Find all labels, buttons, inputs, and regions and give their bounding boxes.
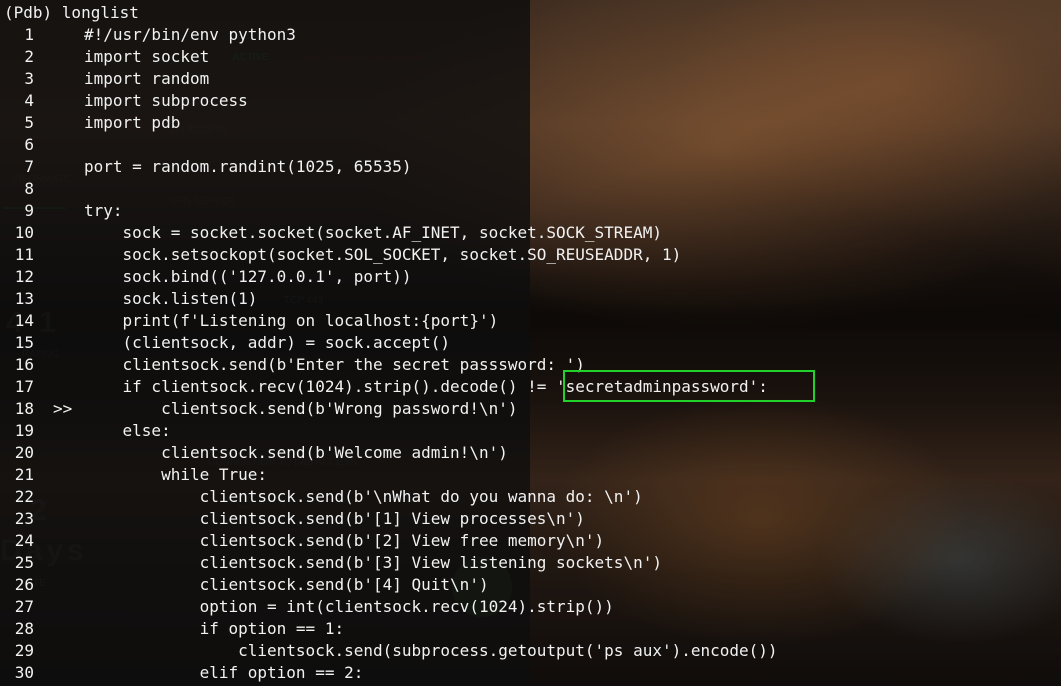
code-text: while True: [84, 465, 268, 484]
code-text: import pdb [84, 113, 181, 132]
code-line: 10 sock = socket.socket(socket.AF_INET, … [0, 222, 1061, 244]
line-number: 3 [24, 69, 34, 88]
code-text: import random [84, 69, 210, 88]
code-line: 17 if clientsock.recv(1024).strip().deco… [0, 376, 1061, 398]
pdb-prompt: (Pdb) longlist [4, 3, 139, 22]
line-number: 26 [14, 575, 34, 594]
line-number: 20 [14, 443, 34, 462]
line-number: 30 [14, 663, 34, 682]
line-number: 29 [14, 641, 34, 660]
line-number: 9 [24, 201, 34, 220]
code-line: 5 import pdb [0, 112, 1061, 134]
code-text: import socket [84, 47, 210, 66]
line-number: 22 [14, 487, 34, 506]
code-text: clientsock.send(subprocess.getoutput('ps… [84, 641, 778, 660]
code-line: 1 #!/usr/bin/env python3 [0, 24, 1061, 46]
code-text: clientsock.send(b'[2] View free memory\n… [84, 531, 605, 550]
code-text: sock = socket.socket(socket.AF_INET, soc… [84, 223, 662, 242]
line-number: 12 [14, 267, 34, 286]
code-line: 30 elif option == 2: [0, 662, 1061, 684]
code-line: 6 [0, 134, 1061, 156]
code-text: clientsock.send(b'[1] View processes\n') [84, 509, 585, 528]
code-line: 22 clientsock.send(b'\nWhat do you wanna… [0, 486, 1061, 508]
code-text: sock.setsockopt(socket.SOL_SOCKET, socke… [84, 245, 682, 264]
line-number: 21 [14, 465, 34, 484]
code-line: 4 import subprocess [0, 90, 1061, 112]
code-text: (clientsock, addr) = sock.accept() [84, 333, 451, 352]
line-number: 2 [24, 47, 34, 66]
code-line: 26 clientsock.send(b'[4] Quit\n') [0, 574, 1061, 596]
code-line: 12 sock.bind(('127.0.0.1', port)) [0, 266, 1061, 288]
terminal-output: (Pdb) longlist 1 #!/usr/bin/env python3 2 i… [0, 0, 1061, 686]
code-text: clientsock.send(b'Enter the secret passs… [84, 355, 585, 374]
code-line: 11 sock.setsockopt(socket.SOL_SOCKET, so… [0, 244, 1061, 266]
code-line: 18 >> clientsock.send(b'Wrong password!\n… [0, 398, 1061, 420]
line-number: 5 [24, 113, 34, 132]
code-text: sock.bind(('127.0.0.1', port)) [84, 267, 412, 286]
code-line: 13 sock.listen(1) [0, 288, 1061, 310]
line-number: 1 [24, 25, 34, 44]
line-number: 27 [14, 597, 34, 616]
line-number: 25 [14, 553, 34, 572]
code-text: clientsock.send(b'[3] View listening soc… [84, 553, 662, 572]
code-text: clientsock.send(b'Welcome admin!\n') [84, 443, 508, 462]
line-number: 13 [14, 289, 34, 308]
code-text: if option == 1: [84, 619, 345, 638]
code-text: import subprocess [84, 91, 248, 110]
code-text: sock.listen(1) [84, 289, 258, 308]
current-line-marker: >> [53, 399, 73, 418]
code-line: 29 clientsock.send(subprocess.getoutput(… [0, 640, 1061, 662]
line-number: 6 [24, 135, 34, 154]
code-line: 20 clientsock.send(b'Welcome admin!\n') [0, 442, 1061, 464]
code-text: #!/usr/bin/env python3 [84, 25, 296, 44]
code-line: 8 [0, 178, 1061, 200]
line-number: 18 [14, 399, 34, 418]
code-text: clientsock.send(b'\nWhat do you wanna do… [84, 487, 643, 506]
line-number: 7 [24, 157, 34, 176]
code-line: 15 (clientsock, addr) = sock.accept() [0, 332, 1061, 354]
password-highlight-box [563, 370, 815, 402]
code-text: print(f'Listening on localhost:{port}') [84, 311, 499, 330]
line-number: 15 [14, 333, 34, 352]
line-number: 10 [14, 223, 34, 242]
code-text: port = random.randint(1025, 65535) [84, 157, 412, 176]
code-line: 2 import socket [0, 46, 1061, 68]
code-line: 28 if option == 1: [0, 618, 1061, 640]
line-number: 28 [14, 619, 34, 638]
code-line: 9 try: [0, 200, 1061, 222]
code-line: 16 clientsock.send(b'Enter the secret pa… [0, 354, 1061, 376]
line-number: 24 [14, 531, 34, 550]
code-line: 23 clientsock.send(b'[1] View processes\… [0, 508, 1061, 530]
code-line: 14 print(f'Listening on localhost:{port}… [0, 310, 1061, 332]
code-line: 21 while True: [0, 464, 1061, 486]
code-text: try: [84, 201, 123, 220]
code-text: clientsock.send(b'[4] Quit\n') [84, 575, 489, 594]
code-text: clientsock.send(b'Wrong password!\n') [84, 399, 518, 418]
line-number: 17 [14, 377, 34, 396]
line-number: 8 [24, 179, 34, 198]
line-number: 14 [14, 311, 34, 330]
code-line: 7 port = random.randint(1025, 65535) [0, 156, 1061, 178]
line-number: 16 [14, 355, 34, 374]
code-line: 25 clientsock.send(b'[3] View listening … [0, 552, 1061, 574]
code-line: 3 import random [0, 68, 1061, 90]
code-text: else: [84, 421, 171, 440]
code-line: 24 clientsock.send(b'[2] View free memor… [0, 530, 1061, 552]
code-text: option = int(clientsock.recv(1024).strip… [84, 597, 614, 616]
line-number: 11 [14, 245, 34, 264]
line-number: 4 [24, 91, 34, 110]
code-line: 27 option = int(clientsock.recv(1024).st… [0, 596, 1061, 618]
line-number: 23 [14, 509, 34, 528]
code-line: 19 else: [0, 420, 1061, 442]
line-number: 19 [14, 421, 34, 440]
code-text: elif option == 2: [84, 663, 364, 682]
